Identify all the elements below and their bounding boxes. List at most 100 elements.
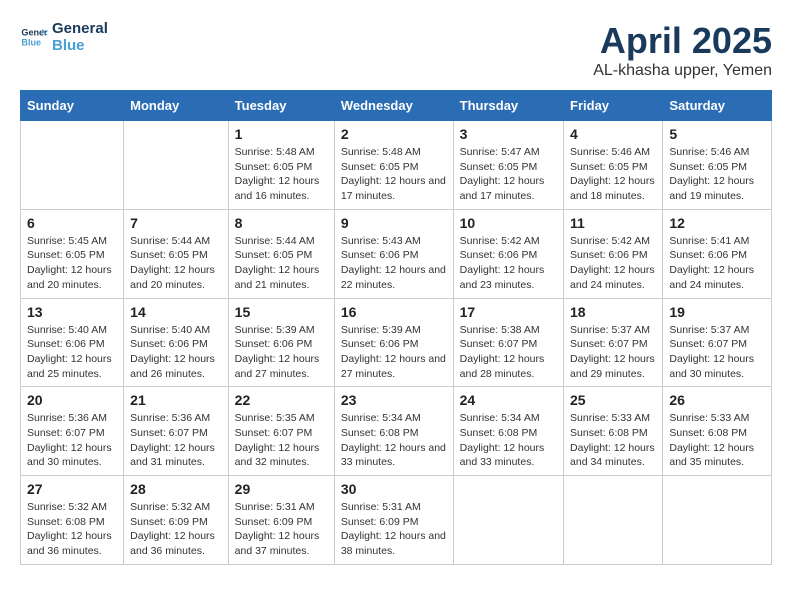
week-row-5: 27 Sunrise: 5:32 AM Sunset: 6:08 PM Dayli… xyxy=(21,476,772,565)
page-header: General Blue General Blue April 2025 AL-… xyxy=(20,20,772,80)
calendar-cell: 18 Sunrise: 5:37 AM Sunset: 6:07 PM Dayli… xyxy=(564,298,663,387)
day-number: 14 xyxy=(130,304,222,320)
calendar-cell: 10 Sunrise: 5:42 AM Sunset: 6:06 PM Dayli… xyxy=(453,209,563,298)
calendar-cell: 25Sunrise: 5:33 AM Sunset: 6:08 PM Dayli… xyxy=(564,387,663,476)
day-number: 21 xyxy=(130,392,222,408)
svg-text:Blue: Blue xyxy=(21,37,41,47)
day-info: Sunrise: 5:48 AM Sunset: 6:05 PM Dayligh… xyxy=(235,145,328,204)
calendar-cell: 15 Sunrise: 5:39 AM Sunset: 6:06 PM Dayli… xyxy=(228,298,334,387)
week-row-2: 6 Sunrise: 5:45 AM Sunset: 6:05 PM Daylig… xyxy=(21,209,772,298)
calendar-cell xyxy=(453,476,563,565)
calendar-cell: 26 Sunrise: 5:33 AM Sunset: 6:08 PM Dayli… xyxy=(663,387,772,476)
day-number: 27 xyxy=(27,481,117,497)
calendar-cell: 21 Sunrise: 5:36 AM Sunset: 6:07 PM Dayli… xyxy=(124,387,229,476)
day-number: 29 xyxy=(235,481,328,497)
day-info: Sunrise: 5:40 AM Sunset: 6:06 PM Dayligh… xyxy=(27,323,117,382)
calendar-cell: 1 Sunrise: 5:48 AM Sunset: 6:05 PM Daylig… xyxy=(228,121,334,210)
col-header-thursday: Thursday xyxy=(453,91,563,121)
day-info: Sunrise: 5:46 AM Sunset: 6:05 PM Dayligh… xyxy=(669,145,765,204)
calendar-cell: 23 Sunrise: 5:34 AM Sunset: 6:08 PM Dayli… xyxy=(334,387,453,476)
day-number: 7 xyxy=(130,215,222,231)
day-info: Sunrise: 5:32 AM Sunset: 6:09 PM Dayligh… xyxy=(130,500,222,559)
day-info: Sunrise: 5:45 AM Sunset: 6:05 PM Dayligh… xyxy=(27,234,117,293)
day-info: Sunrise: 5:31 AM Sunset: 6:09 PM Dayligh… xyxy=(341,500,447,559)
day-number: 4 xyxy=(570,126,656,142)
col-header-saturday: Saturday xyxy=(663,91,772,121)
day-number: 24 xyxy=(460,392,557,408)
calendar-cell: 11Sunrise: 5:42 AM Sunset: 6:06 PM Dayli… xyxy=(564,209,663,298)
calendar-cell: 24 Sunrise: 5:34 AM Sunset: 6:08 PM Dayli… xyxy=(453,387,563,476)
day-number: 16 xyxy=(341,304,447,320)
calendar-cell: 20 Sunrise: 5:36 AM Sunset: 6:07 PM Dayli… xyxy=(21,387,124,476)
calendar-cell xyxy=(663,476,772,565)
day-info: Sunrise: 5:34 AM Sunset: 6:08 PM Dayligh… xyxy=(341,411,447,470)
calendar-cell: 22Sunrise: 5:35 AM Sunset: 6:07 PM Dayli… xyxy=(228,387,334,476)
calendar-cell: 13Sunrise: 5:40 AM Sunset: 6:06 PM Dayli… xyxy=(21,298,124,387)
day-number: 6 xyxy=(27,215,117,231)
day-info: Sunrise: 5:39 AM Sunset: 6:06 PM Dayligh… xyxy=(341,323,447,382)
logo-icon: General Blue xyxy=(20,23,48,51)
calendar-cell: 12 Sunrise: 5:41 AM Sunset: 6:06 PM Dayli… xyxy=(663,209,772,298)
day-number: 10 xyxy=(460,215,557,231)
calendar-cell: 19 Sunrise: 5:37 AM Sunset: 6:07 PM Dayli… xyxy=(663,298,772,387)
day-info: Sunrise: 5:36 AM Sunset: 6:07 PM Dayligh… xyxy=(27,411,117,470)
day-info: Sunrise: 5:42 AM Sunset: 6:06 PM Dayligh… xyxy=(460,234,557,293)
day-info: Sunrise: 5:39 AM Sunset: 6:06 PM Dayligh… xyxy=(235,323,328,382)
col-header-sunday: Sunday xyxy=(21,91,124,121)
day-info: Sunrise: 5:36 AM Sunset: 6:07 PM Dayligh… xyxy=(130,411,222,470)
logo-blue: Blue xyxy=(52,37,108,54)
week-row-4: 20 Sunrise: 5:36 AM Sunset: 6:07 PM Dayli… xyxy=(21,387,772,476)
calendar-cell: 8 Sunrise: 5:44 AM Sunset: 6:05 PM Daylig… xyxy=(228,209,334,298)
calendar-cell: 14 Sunrise: 5:40 AM Sunset: 6:06 PM Dayli… xyxy=(124,298,229,387)
calendar-cell xyxy=(564,476,663,565)
day-info: Sunrise: 5:46 AM Sunset: 6:05 PM Dayligh… xyxy=(570,145,656,204)
calendar-cell: 7Sunrise: 5:44 AM Sunset: 6:05 PM Daylig… xyxy=(124,209,229,298)
day-info: Sunrise: 5:44 AM Sunset: 6:05 PM Dayligh… xyxy=(235,234,328,293)
logo: General Blue General Blue xyxy=(20,20,108,54)
day-number: 23 xyxy=(341,392,447,408)
day-number: 17 xyxy=(460,304,557,320)
day-info: Sunrise: 5:40 AM Sunset: 6:06 PM Dayligh… xyxy=(130,323,222,382)
col-header-friday: Friday xyxy=(564,91,663,121)
calendar-cell xyxy=(21,121,124,210)
calendar-cell: 2Sunrise: 5:48 AM Sunset: 6:05 PM Daylig… xyxy=(334,121,453,210)
day-number: 12 xyxy=(669,215,765,231)
day-info: Sunrise: 5:37 AM Sunset: 6:07 PM Dayligh… xyxy=(669,323,765,382)
calendar-cell: 9Sunrise: 5:43 AM Sunset: 6:06 PM Daylig… xyxy=(334,209,453,298)
day-info: Sunrise: 5:38 AM Sunset: 6:07 PM Dayligh… xyxy=(460,323,557,382)
day-info: Sunrise: 5:31 AM Sunset: 6:09 PM Dayligh… xyxy=(235,500,328,559)
calendar-cell: 6 Sunrise: 5:45 AM Sunset: 6:05 PM Daylig… xyxy=(21,209,124,298)
header-row: SundayMondayTuesdayWednesdayThursdayFrid… xyxy=(21,91,772,121)
calendar-cell: 16 Sunrise: 5:39 AM Sunset: 6:06 PM Dayli… xyxy=(334,298,453,387)
week-row-1: 1 Sunrise: 5:48 AM Sunset: 6:05 PM Daylig… xyxy=(21,121,772,210)
day-number: 15 xyxy=(235,304,328,320)
calendar-cell: 30Sunrise: 5:31 AM Sunset: 6:09 PM Dayli… xyxy=(334,476,453,565)
day-info: Sunrise: 5:41 AM Sunset: 6:06 PM Dayligh… xyxy=(669,234,765,293)
day-number: 20 xyxy=(27,392,117,408)
day-number: 19 xyxy=(669,304,765,320)
col-header-tuesday: Tuesday xyxy=(228,91,334,121)
title-block: April 2025 AL-khasha upper, Yemen xyxy=(593,20,772,80)
calendar-cell: 5Sunrise: 5:46 AM Sunset: 6:05 PM Daylig… xyxy=(663,121,772,210)
day-info: Sunrise: 5:34 AM Sunset: 6:08 PM Dayligh… xyxy=(460,411,557,470)
day-number: 18 xyxy=(570,304,656,320)
page-title: April 2025 xyxy=(593,20,772,62)
day-info: Sunrise: 5:47 AM Sunset: 6:05 PM Dayligh… xyxy=(460,145,557,204)
day-info: Sunrise: 5:33 AM Sunset: 6:08 PM Dayligh… xyxy=(570,411,656,470)
calendar-cell: 17 Sunrise: 5:38 AM Sunset: 6:07 PM Dayli… xyxy=(453,298,563,387)
calendar-cell: 3Sunrise: 5:47 AM Sunset: 6:05 PM Daylig… xyxy=(453,121,563,210)
day-info: Sunrise: 5:37 AM Sunset: 6:07 PM Dayligh… xyxy=(570,323,656,382)
day-number: 22 xyxy=(235,392,328,408)
day-info: Sunrise: 5:32 AM Sunset: 6:08 PM Dayligh… xyxy=(27,500,117,559)
day-number: 2 xyxy=(341,126,447,142)
day-number: 8 xyxy=(235,215,328,231)
calendar-cell: 28Sunrise: 5:32 AM Sunset: 6:09 PM Dayli… xyxy=(124,476,229,565)
logo-general: General xyxy=(52,20,108,37)
day-number: 26 xyxy=(669,392,765,408)
day-info: Sunrise: 5:43 AM Sunset: 6:06 PM Dayligh… xyxy=(341,234,447,293)
day-info: Sunrise: 5:42 AM Sunset: 6:06 PM Dayligh… xyxy=(570,234,656,293)
calendar-cell xyxy=(124,121,229,210)
day-number: 1 xyxy=(235,126,328,142)
calendar-cell: 29 Sunrise: 5:31 AM Sunset: 6:09 PM Dayli… xyxy=(228,476,334,565)
day-info: Sunrise: 5:33 AM Sunset: 6:08 PM Dayligh… xyxy=(669,411,765,470)
